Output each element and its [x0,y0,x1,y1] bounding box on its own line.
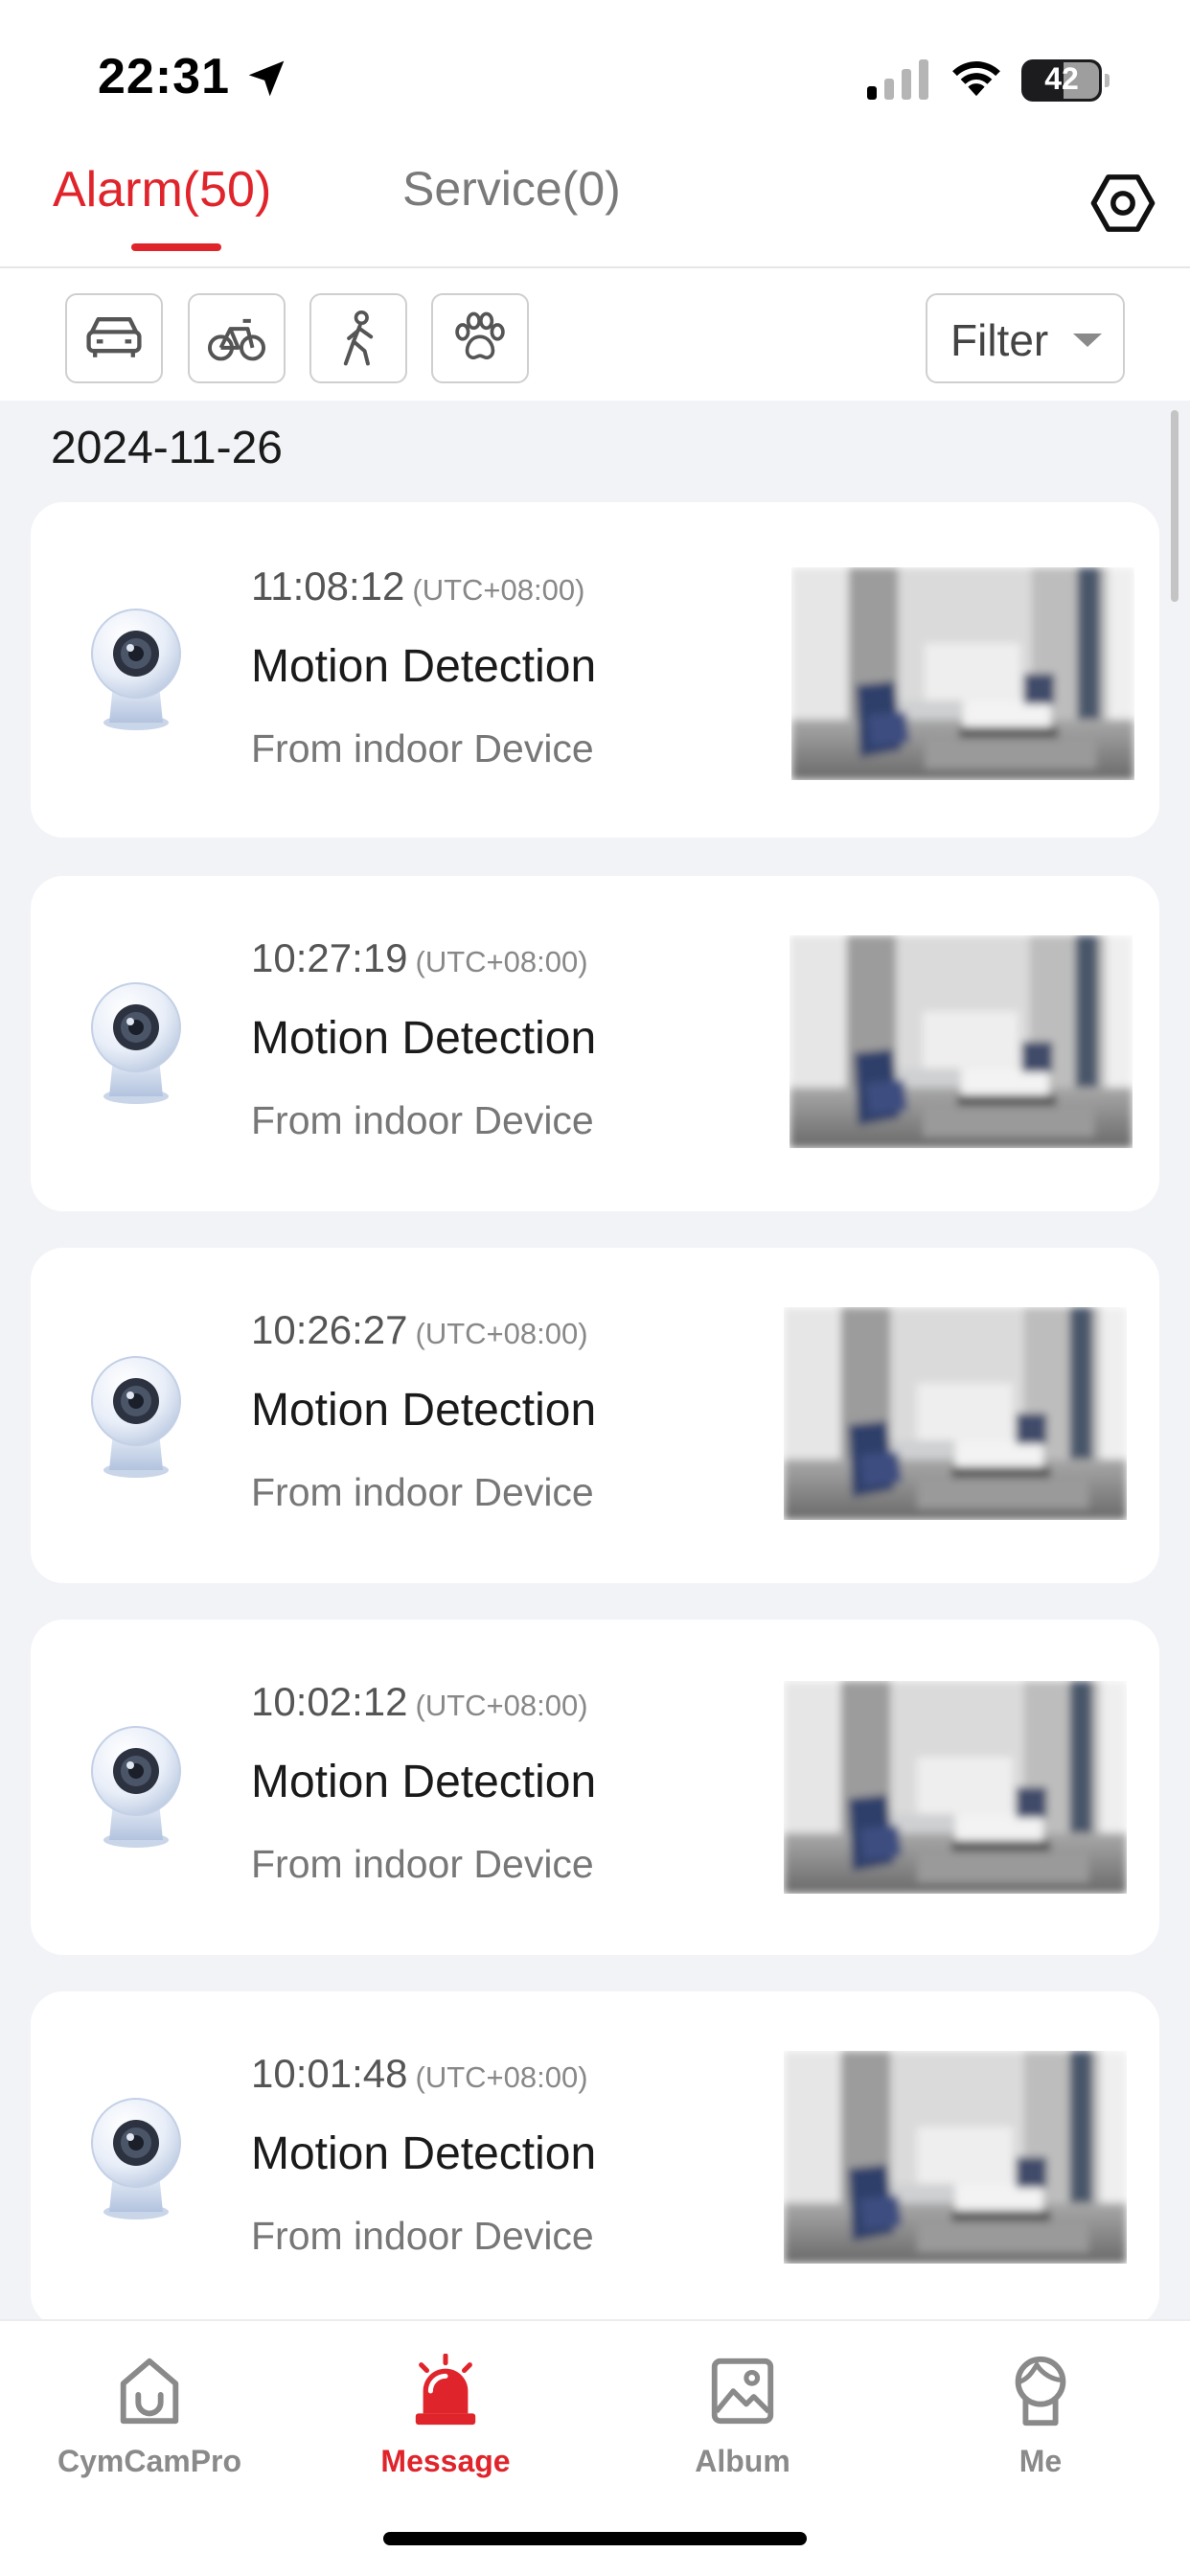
camera-device-icon [79,604,194,734]
person-walking-icon [343,310,374,366]
event-title: Motion Detection [251,2128,597,2179]
wifi-icon [952,61,1000,97]
event-source: From indoor Device [251,2214,594,2258]
scrollbar[interactable] [1171,410,1179,602]
event-timezone: (UTC+08:00) [415,2060,588,2094]
cellular-signal-icon [867,59,928,100]
event-time: 10:02:12 (UTC+08:00) [251,1679,588,1724]
nav-item-album[interactable]: Album [628,2338,858,2492]
event-title: Motion Detection [251,641,597,692]
message-tabs-header: Alarm(50) Service(0) [0,144,1190,268]
nav-label: Message [380,2444,511,2478]
event-time: 10:01:48 (UTC+08:00) [251,2051,588,2096]
chevron-down-icon [1073,334,1102,347]
location-arrow-icon [248,60,285,97]
battery-level: 42 [1044,61,1079,96]
alarm-event-card[interactable]: 10:26:27 (UTC+08:00) Motion Detection Fro… [31,1248,1159,1583]
event-title: Motion Detection [251,1385,597,1436]
camera-device-icon [79,1721,194,1852]
alarm-event-card[interactable]: 10:01:48 (UTC+08:00) Motion Detection Fro… [31,1991,1159,2319]
tab-active-indicator [131,243,221,251]
event-title: Motion Detection [251,1757,597,1807]
event-source: From indoor Device [251,1842,594,1886]
event-snapshot-thumbnail[interactable] [790,935,1133,1148]
nav-label: CymCamPro [57,2444,242,2478]
alarm-event-card[interactable]: 10:27:19 (UTC+08:00) Motion Detection Fro… [31,876,1159,1211]
event-source: From indoor Device [251,726,594,770]
event-timezone: (UTC+08:00) [415,1317,588,1350]
category-filter-row: Filter [0,270,1190,399]
filter-label: Filter [950,315,1049,365]
nav-label: Album [695,2444,790,2478]
alarm-event-card[interactable]: 10:02:12 (UTC+08:00) Motion Detection Fro… [31,1620,1159,1955]
nav-label: Me [1018,2444,1063,2478]
nav-item-me[interactable]: Me [926,2338,1156,2492]
filter-vehicle-button[interactable] [65,293,163,383]
status-time: 22:31 [98,49,230,104]
settings-hexagon-icon[interactable] [1090,171,1156,236]
event-timezone: (UTC+08:00) [415,945,588,978]
tab-service[interactable]: Service(0) [402,161,621,217]
camera-device-icon [79,1351,194,1482]
event-time: 11:08:12 (UTC+08:00) [251,564,585,609]
paw-icon [455,311,505,360]
alarm-bell-icon [415,2354,476,2426]
event-source: From indoor Device [251,1098,594,1142]
nav-item-cymcampro[interactable]: CymCamPro [34,2338,264,2492]
alarm-message-list[interactable]: 2024-11-26 11:08:12 (UTC+08:00) Motion De… [0,401,1190,2319]
filter-bicycle-button[interactable] [188,293,286,383]
event-snapshot-thumbnail[interactable] [791,567,1134,780]
battery-indicator: 42 [1021,59,1110,102]
event-timezone: (UTC+08:00) [415,1689,588,1722]
user-icon [1015,2356,1066,2426]
bicycle-icon [207,318,266,361]
nav-item-message[interactable]: Message [331,2338,561,2492]
home-icon [120,2358,179,2425]
tab-alarm[interactable]: Alarm(50) [53,161,271,218]
event-title: Motion Detection [251,1013,597,1064]
event-time: 10:26:27 (UTC+08:00) [251,1307,588,1352]
camera-device-icon [79,978,194,1108]
event-source: From indoor Device [251,1470,594,1514]
event-snapshot-thumbnail[interactable] [784,2051,1127,2264]
image-icon [711,2358,774,2425]
status-bar: 22:31 42 [0,0,1190,144]
filter-dropdown[interactable]: Filter [926,293,1125,383]
date-header: 2024-11-26 [51,423,283,473]
event-timezone: (UTC+08:00) [412,573,585,607]
event-time: 10:27:19 (UTC+08:00) [251,935,588,980]
car-icon [86,317,142,357]
camera-device-icon [79,2093,194,2223]
alarm-event-card[interactable]: 11:08:12 (UTC+08:00) Motion Detection Fro… [31,502,1159,838]
home-indicator[interactable] [383,2532,807,2545]
filter-pet-button[interactable] [431,293,529,383]
event-snapshot-thumbnail[interactable] [784,1681,1127,1894]
filter-person-button[interactable] [309,293,407,383]
event-snapshot-thumbnail[interactable] [784,1307,1127,1520]
